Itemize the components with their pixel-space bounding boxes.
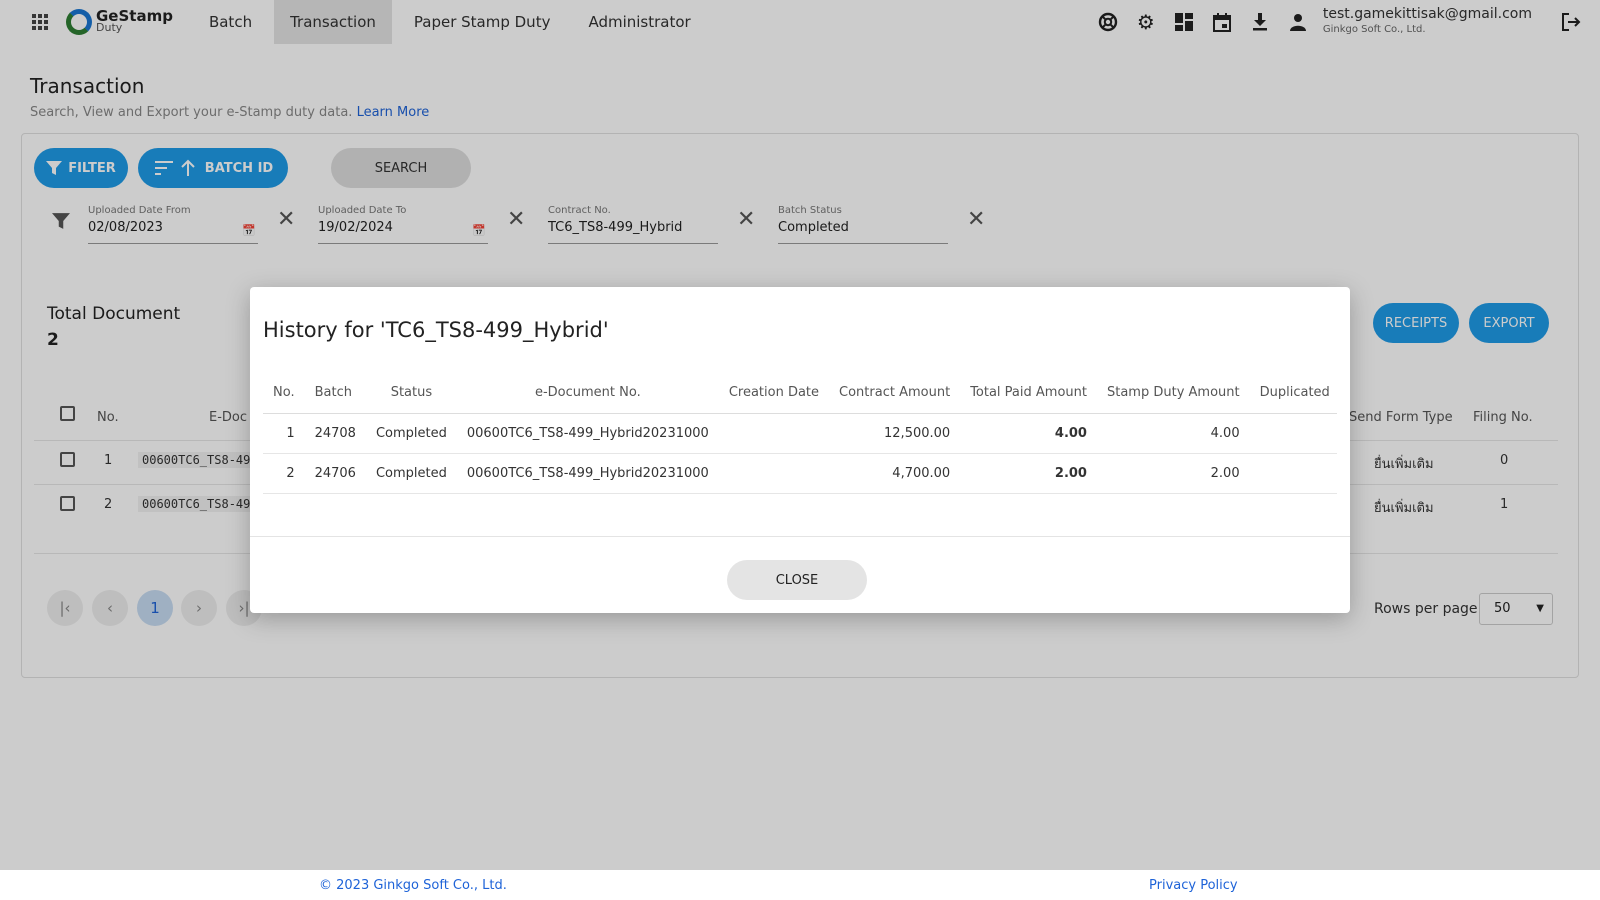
history-row: 2 24706 Completed 00600TC6_TS8-499_Hybri… — [263, 453, 1337, 494]
close-button[interactable]: CLOSE — [727, 560, 867, 600]
history-header-row: No. Batch Status e-Document No. Creation… — [263, 373, 1337, 414]
history-col-duplicated: Duplicated — [1249, 373, 1337, 414]
history-cell-stamp-duty: 4.00 — [1096, 413, 1250, 454]
history-cell-contract-amount: 4,700.00 — [829, 453, 961, 494]
history-cell-no: 1 — [263, 413, 305, 454]
history-row: 1 24708 Completed 00600TC6_TS8-499_Hybri… — [263, 413, 1337, 454]
dialog-title: History for 'TC6_TS8-499_Hybrid' — [263, 318, 609, 342]
history-cell-status: Completed — [365, 413, 457, 454]
history-cell-no: 2 — [263, 453, 305, 494]
history-col-creation-date: Creation Date — [718, 373, 830, 414]
history-col-status: Status — [365, 373, 457, 414]
privacy-policy-link[interactable]: Privacy Policy — [1149, 878, 1238, 893]
history-cell-creation-date — [718, 453, 830, 494]
history-cell-batch: 24706 — [304, 453, 366, 494]
footer — [0, 870, 1600, 900]
history-cell-stamp-duty: 2.00 — [1096, 453, 1250, 494]
history-col-edoc: e-Document No. — [456, 373, 719, 414]
history-dialog: History for 'TC6_TS8-499_Hybrid' No. Bat… — [250, 287, 1350, 613]
history-cell-edoc: 00600TC6_TS8-499_Hybrid20231000 — [456, 453, 719, 494]
history-cell-creation-date — [718, 413, 830, 454]
history-col-batch: Batch — [304, 373, 366, 414]
history-col-total-paid: Total Paid Amount — [960, 373, 1097, 414]
history-col-stamp-duty: Stamp Duty Amount — [1096, 373, 1250, 414]
history-col-no: No. — [263, 373, 305, 414]
history-table: No. Batch Status e-Document No. Creation… — [263, 373, 1337, 509]
copyright-text: © 2023 Ginkgo Soft Co., Ltd. — [319, 878, 507, 893]
history-cell-contract-amount: 12,500.00 — [829, 413, 961, 454]
history-cell-batch: 24708 — [304, 413, 366, 454]
dialog-footer-divider — [250, 536, 1350, 537]
history-cell-status: Completed — [365, 453, 457, 494]
history-cell-edoc: 00600TC6_TS8-499_Hybrid20231000 — [456, 413, 719, 454]
history-cell-total-paid: 2.00 — [960, 453, 1097, 494]
history-cell-duplicated — [1249, 413, 1337, 454]
history-cell-duplicated — [1249, 453, 1337, 494]
history-cell-total-paid: 4.00 — [960, 413, 1097, 454]
history-col-contract-amount: Contract Amount — [829, 373, 961, 414]
